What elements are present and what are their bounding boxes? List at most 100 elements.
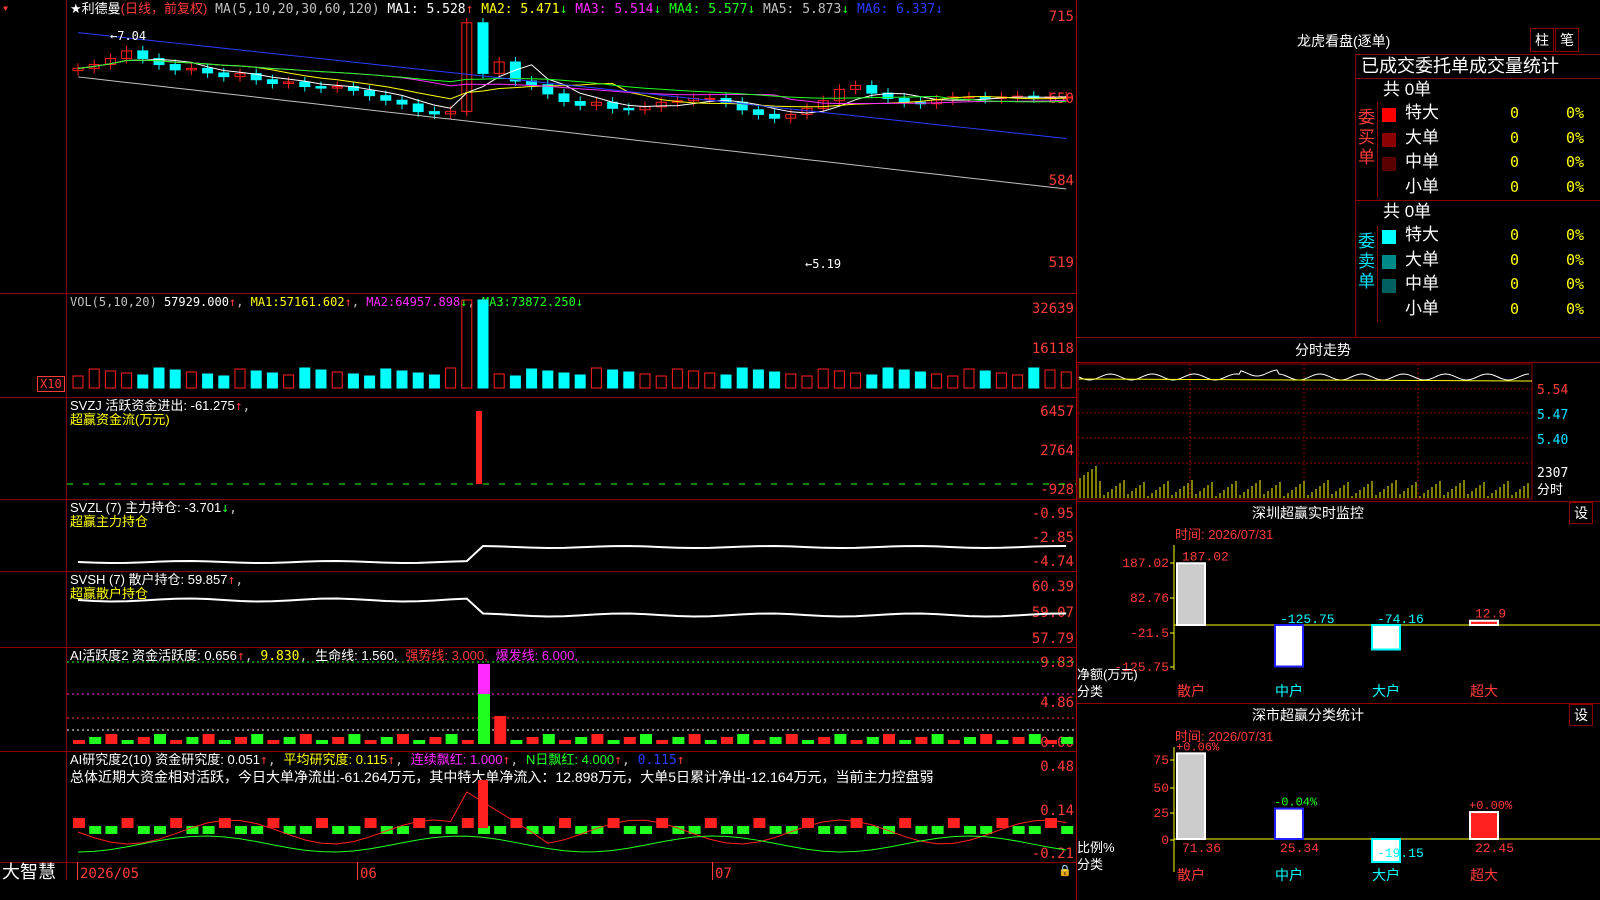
order-count: 0 — [1510, 299, 1520, 318]
x-label: 07 — [715, 866, 732, 882]
intraday-chart[interactable] — [1077, 363, 1600, 500]
legend-swatch — [1382, 303, 1396, 318]
category-label: 超大 — [1470, 683, 1498, 699]
volume-bar — [947, 375, 959, 389]
volume-bar — [639, 373, 651, 389]
lock-icon[interactable]: 🔒 — [1058, 865, 1072, 876]
active-bar — [494, 716, 507, 744]
sz-monitor-title: 深圳超赢实时监控 — [1252, 505, 1364, 521]
x-tick — [712, 862, 713, 880]
research-bar — [915, 826, 928, 834]
research-bar — [866, 826, 879, 834]
volume-bar — [234, 368, 246, 389]
category-bar — [1176, 752, 1206, 840]
candle — [299, 81, 311, 88]
active-bar — [267, 740, 280, 744]
volume-bar — [931, 373, 943, 389]
position-line — [77, 545, 1067, 564]
active-bar — [332, 737, 345, 744]
order-count: 0 — [1510, 226, 1520, 244]
research-bar — [1061, 826, 1074, 834]
bar-value-label: 22.45 — [1475, 841, 1514, 856]
research-bar — [316, 818, 328, 828]
ma-value: MA5: 5.873 — [755, 2, 842, 17]
research-bar — [542, 826, 555, 834]
candle — [266, 79, 278, 85]
active-bar — [202, 734, 215, 744]
bar-change-label: -0.04% — [1274, 796, 1318, 810]
volume-bar — [412, 372, 424, 389]
candle — [380, 95, 392, 101]
order-size-label: 大单 — [1405, 249, 1439, 269]
candle — [574, 100, 586, 106]
x-label: 06 — [360, 866, 377, 882]
candle — [396, 99, 408, 105]
volume-bar — [380, 368, 392, 389]
candle — [428, 111, 440, 115]
category-bar — [1274, 624, 1304, 668]
legend-swatch — [1382, 181, 1396, 196]
research-bar — [267, 818, 280, 828]
y-label: 0 — [1161, 833, 1169, 848]
divider — [1077, 337, 1600, 338]
ma-value: MA2: 5.471 — [473, 2, 560, 17]
ma-line — [77, 59, 1067, 103]
sz-class-settings-button[interactable]: 设 — [1569, 704, 1593, 726]
candle — [218, 72, 230, 78]
tick-mode-button[interactable]: 笔 — [1555, 28, 1579, 52]
volume-bar — [655, 375, 667, 389]
x-tick — [77, 862, 78, 880]
research-bar — [105, 826, 118, 834]
volume-bar — [218, 375, 230, 389]
volume-bar — [671, 368, 683, 389]
order-size-label: 中单 — [1405, 274, 1439, 293]
bar-change-label: +0.00% — [1469, 799, 1513, 813]
volume-bar — [833, 370, 845, 389]
candle — [769, 113, 781, 119]
active-bar — [510, 740, 523, 744]
research-bar — [332, 826, 345, 834]
active-bar — [753, 740, 766, 744]
candlestick-chart[interactable] — [67, 18, 1076, 292]
low-marker: ←5.19 — [805, 257, 842, 271]
main-header: ★利德曼(日线，前复权) MA(5,10,20,30,60,120) MA1: … — [70, 2, 943, 16]
active-bar — [478, 664, 490, 694]
volume-bar — [882, 367, 894, 389]
active-bar — [915, 737, 928, 744]
candle — [364, 89, 376, 97]
candle — [623, 107, 635, 111]
active-bar — [883, 734, 895, 744]
research-bar — [769, 826, 782, 834]
research-bar — [850, 818, 863, 828]
main-chart-area[interactable]: ▾ ★利德曼(日线，前复权) MA(5,10,20,30,60,120) MA1… — [0, 0, 1077, 900]
volume-unit: X10 — [37, 376, 65, 392]
svsh-chart — [77, 597, 1067, 618]
divider — [1377, 102, 1378, 198]
order-size-label: 中单 — [1405, 152, 1439, 171]
high-value: 7.04 — [117, 29, 147, 43]
active-bar — [785, 734, 798, 744]
menu-marker-icon[interactable]: ▾ — [2, 2, 9, 14]
stock-title: ★利德曼 — [70, 1, 121, 16]
order-percent: 0% — [1566, 250, 1585, 269]
active-bar — [105, 734, 118, 744]
bar-value-label: -125.75 — [1280, 612, 1335, 627]
sz-class-unit: 比例% — [1077, 840, 1115, 855]
volume-bar — [1044, 369, 1056, 389]
research-bar — [137, 826, 150, 834]
volume-bar — [347, 373, 359, 389]
candle — [558, 93, 570, 102]
volume-bar — [1012, 374, 1024, 389]
sz-monitor-chart: 187.0282.76-21.5-125.75187.02散户-125.75中户… — [1114, 545, 1600, 699]
research-bar — [640, 826, 652, 834]
bar-mode-button[interactable]: 柱 — [1530, 28, 1554, 52]
research-bar — [170, 818, 183, 828]
volume-bar — [1028, 367, 1040, 389]
order-count: 0 — [1510, 153, 1520, 171]
bar-value-label: 25.34 — [1280, 841, 1319, 856]
active-bar — [73, 740, 85, 744]
candle — [979, 96, 991, 99]
sz-monitor-settings-button[interactable]: 设 — [1569, 502, 1593, 524]
active-bar — [283, 737, 296, 744]
position-line — [77, 597, 1067, 618]
